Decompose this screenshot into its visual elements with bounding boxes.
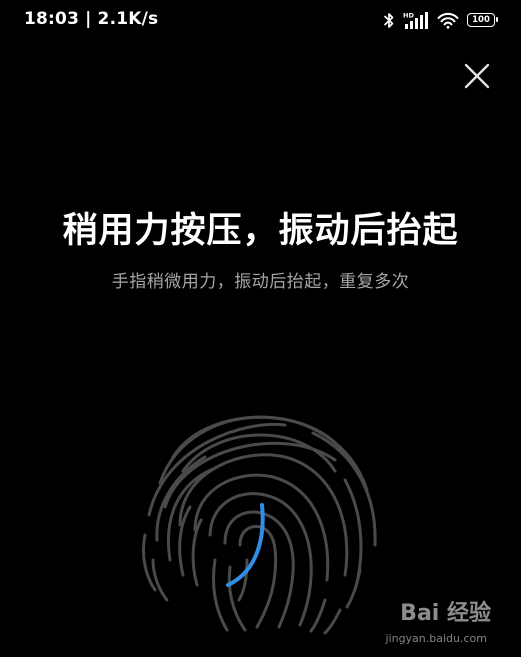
watermark-url: jingyan.baidu.com: [385, 632, 487, 645]
close-icon[interactable]: [463, 62, 491, 90]
status-time: 18:03: [24, 9, 80, 29]
network-badge: HD: [403, 12, 414, 20]
signal-icon: HD: [403, 12, 428, 29]
baidu-jingyan-watermark: Bai 经验 jingyan.baidu.com: [381, 595, 491, 645]
page-title: 稍用力按压，振动后抬起: [62, 211, 459, 251]
status-bar: 18:03 | 2.1K/s HD 100: [0, 0, 521, 40]
bluetooth-icon: [384, 12, 394, 28]
page-subtitle: 手指稍微用力，振动后抬起，重复多次: [111, 272, 410, 292]
fingerprint-icon[interactable]: [135, 385, 385, 635]
network-speed: 2.1K/s: [97, 9, 159, 29]
battery-icon: 100: [467, 13, 498, 27]
status-right: HD 100: [383, 10, 498, 30]
watermark-logo: Bai 经验: [400, 601, 491, 626]
wifi-icon: [437, 12, 459, 29]
status-left: 18:03 | 2.1K/s: [24, 9, 158, 29]
battery-level: 100: [472, 14, 490, 25]
status-separator: |: [85, 9, 92, 29]
